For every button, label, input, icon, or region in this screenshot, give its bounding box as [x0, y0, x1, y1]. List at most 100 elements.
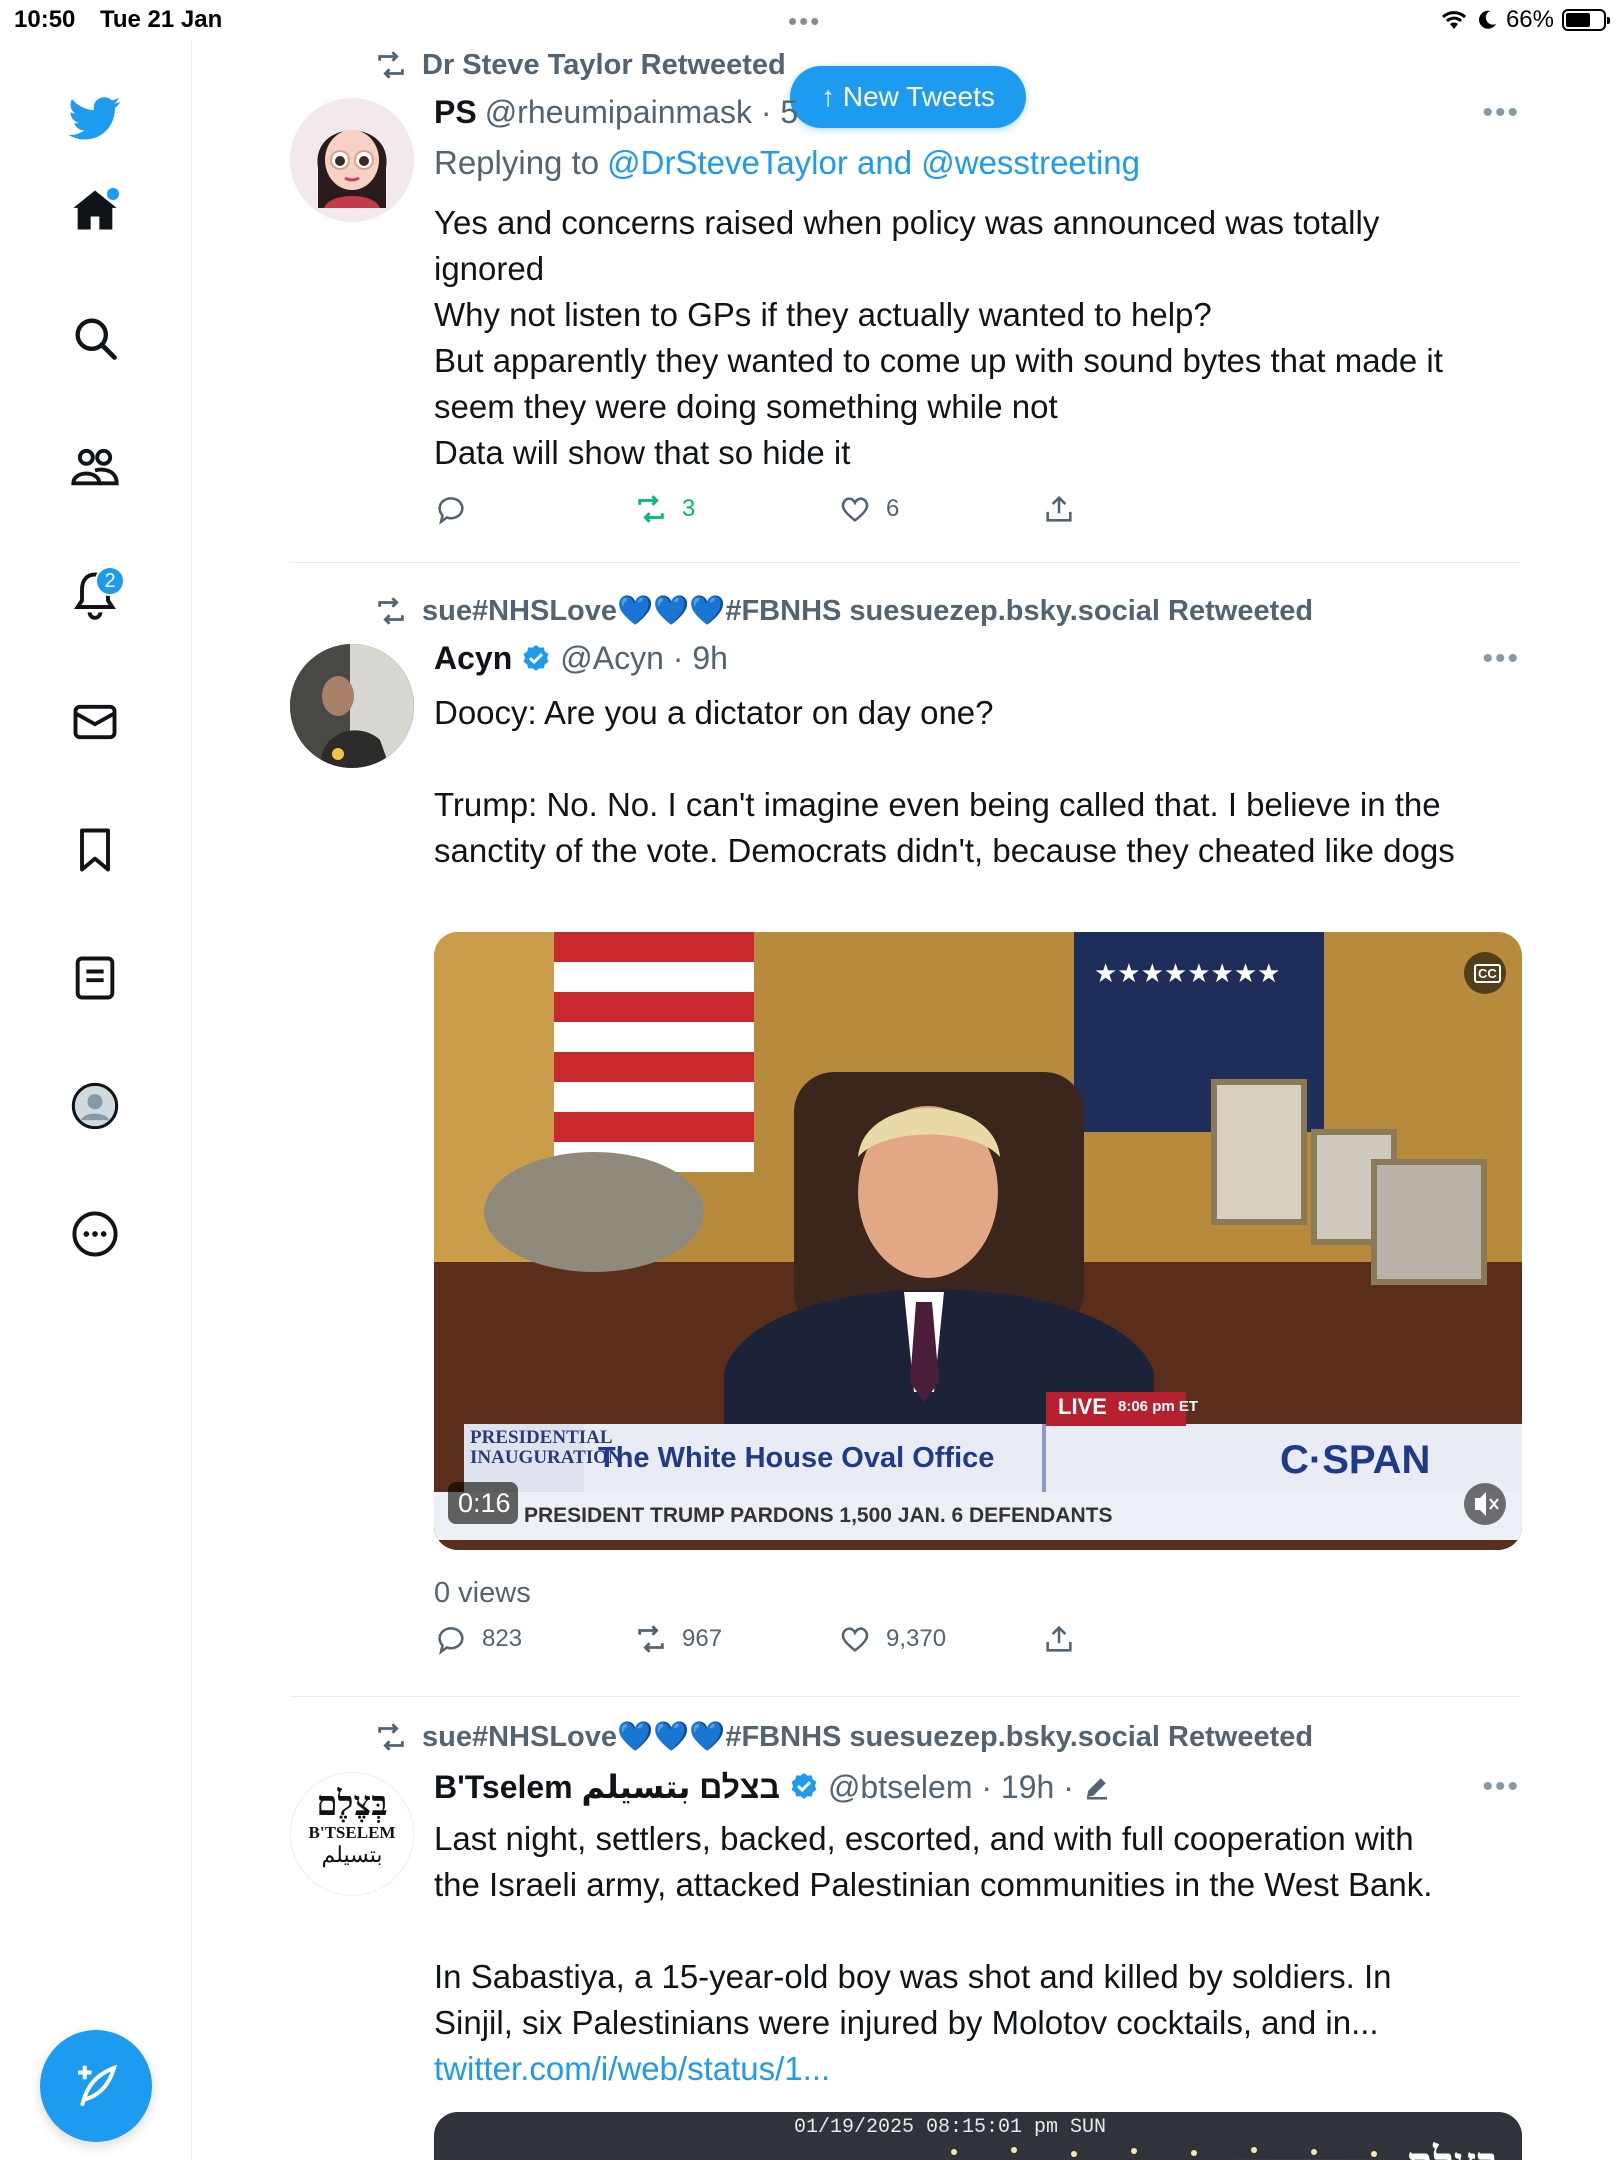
- sidebar-item-logo[interactable]: [65, 88, 125, 148]
- battery-level-fill: [1566, 13, 1590, 27]
- notifications-badge: 2: [95, 566, 125, 596]
- replying-to-prefix: Replying to: [434, 144, 600, 181]
- author-name[interactable]: Acyn: [434, 640, 512, 677]
- tweet-divider: [290, 1696, 1520, 1697]
- more-options-icon[interactable]: •••: [1482, 1770, 1520, 1804]
- replying-to-handles[interactable]: @DrSteveTaylor and @wesstreeting: [607, 144, 1140, 182]
- retweet-context: Dr Steve Taylor Retweeted: [374, 48, 786, 82]
- retweet-icon: [638, 495, 664, 523]
- profile-photo-image: [290, 644, 414, 768]
- share-icon: [1046, 495, 1072, 522]
- sidebar-item-search[interactable]: [65, 308, 125, 368]
- status-date: Tue 21 Jan: [100, 6, 223, 33]
- tweet-actions: 823 967 9,370: [434, 1622, 1076, 1656]
- sidebar-item-more[interactable]: [65, 1204, 125, 1264]
- retweet-icon: [378, 597, 404, 625]
- profile-icon: [71, 1082, 119, 1130]
- multitasking-dots-icon[interactable]: •••: [788, 6, 821, 37]
- tweet-text: Last night, settlers, backed, escorted, …: [434, 1820, 1433, 2041]
- tweet-card[interactable]: sue#NHSLove💙💙💙#FBNHS suesuezep.bsky.soci…: [290, 586, 1522, 1697]
- search-icon: [75, 318, 117, 360]
- share-button[interactable]: [1042, 1622, 1076, 1656]
- share-button[interactable]: [1042, 492, 1076, 526]
- tweet-text: Yes and concerns raised when policy was …: [434, 204, 1443, 471]
- tweet-card[interactable]: sue#NHSLove💙💙💙#FBNHS suesuezep.bsky.soci…: [290, 1720, 1522, 2160]
- tweet-card[interactable]: Dr Steve Taylor Retweeted PS @rheumipain…: [290, 40, 1520, 563]
- retweet-icon: [378, 1723, 404, 1751]
- like-count: 9,370: [886, 1625, 947, 1652]
- battery-icon: [1562, 9, 1610, 31]
- tweet-text: Doocy: Are you a dictator on day one? Tr…: [434, 694, 1455, 869]
- retweet-count: 3: [682, 495, 696, 522]
- avatar[interactable]: [290, 644, 414, 768]
- sidebar-item-notifications[interactable]: 2: [65, 564, 125, 624]
- live-label: LIVE: [1058, 1394, 1107, 1419]
- like-count: 6: [886, 495, 900, 522]
- tweet-actions: 3 6: [434, 492, 1076, 526]
- author-handle[interactable]: @rheumipainmask · 5: [485, 94, 798, 131]
- reply-icon: [438, 497, 464, 525]
- video-duration: 0:16: [458, 1488, 511, 1518]
- sidebar-item-bookmarks[interactable]: [65, 820, 125, 880]
- media-preview[interactable]: 01/19/2025 08:15:01 pm SUN בְּצֶלֶם: [434, 2112, 1522, 2160]
- tweet-header: PS @rheumipainmask · 5: [434, 94, 798, 131]
- avatar-logo-hebrew: בְּצֶלֶם: [316, 1786, 388, 1823]
- video-player[interactable]: ★★★★★★★★ CC LIVE 8:06 pm ET PRESIDENTIAL…: [434, 932, 1522, 1550]
- heart-icon: [841, 497, 869, 522]
- chyron-title: The White House Oval Office: [598, 1442, 995, 1474]
- chyron-left-label: PRESIDENTIAL INAUGURATION: [470, 1427, 622, 1468]
- replying-to: Replying to @DrSteveTaylor and @wesstree…: [434, 144, 1140, 182]
- retweeted-by-label[interactable]: sue#NHSLove💙💙💙#FBNHS suesuezep.bsky.soci…: [422, 594, 1313, 628]
- reply-icon: [438, 1627, 464, 1655]
- sidebar-item-communities[interactable]: [65, 436, 125, 496]
- wifi-icon: [1441, 11, 1466, 29]
- like-button[interactable]: 9,370: [838, 1622, 1042, 1656]
- communities-icon: [71, 448, 119, 486]
- messages-icon: [73, 704, 117, 740]
- reply-button[interactable]: [434, 492, 634, 526]
- retweet-icon: [378, 51, 404, 79]
- sidebar-item-lists[interactable]: [65, 948, 125, 1008]
- avatar[interactable]: בְּצֶלֶם B'TSELEM بتسيلم: [290, 1772, 414, 1896]
- heart-icon: [841, 1627, 869, 1652]
- svg-text:★★★★★★★★: ★★★★★★★★: [1094, 959, 1280, 989]
- compose-tweet-button[interactable]: [40, 2030, 152, 2142]
- sidebar-item-profile[interactable]: [65, 1076, 125, 1136]
- like-button[interactable]: 6: [838, 492, 1042, 526]
- sidebar-item-home[interactable]: [65, 180, 125, 240]
- chyron-network: C·SPAN: [1280, 1438, 1431, 1482]
- retweeted-by-label[interactable]: sue#NHSLove💙💙💙#FBNHS suesuezep.bsky.soci…: [422, 1720, 1313, 1754]
- home-unread-dot: [107, 188, 119, 200]
- author-handle[interactable]: @btselem · 19h ·: [828, 1769, 1074, 1806]
- more-options-icon[interactable]: •••: [1482, 642, 1520, 676]
- avatar[interactable]: [290, 98, 414, 222]
- edited-pencil-icon: [1086, 1778, 1107, 1800]
- verified-badge-icon: [523, 644, 549, 671]
- tweet-header: Acyn @Acyn · 9h: [434, 640, 728, 677]
- retweeted-by-label[interactable]: Dr Steve Taylor Retweeted: [422, 49, 786, 82]
- sidebar-item-messages[interactable]: [65, 692, 125, 752]
- status-time: 10:50: [14, 6, 76, 33]
- do-not-disturb-moon-icon: [1479, 10, 1496, 29]
- author-name[interactable]: PS: [434, 94, 477, 131]
- live-time: 8:06 pm ET: [1118, 1398, 1199, 1415]
- author-name[interactable]: B'Tselem בצלם بتسيلم: [434, 1768, 780, 1806]
- status-indicators: 66%: [1440, 6, 1610, 34]
- author-handle[interactable]: @Acyn · 9h: [560, 640, 728, 677]
- twitter-bird-icon: [69, 97, 121, 140]
- reply-count: 823: [482, 1625, 523, 1652]
- closed-captions-button[interactable]: CC: [1474, 964, 1501, 983]
- more-options-icon[interactable]: •••: [1482, 96, 1520, 130]
- retweet-context: sue#NHSLove💙💙💙#FBNHS suesuezep.bsky.soci…: [374, 1720, 1313, 1754]
- avatar-logo-arabic: بتسيلم: [321, 1842, 383, 1867]
- retweet-button[interactable]: 967: [634, 1622, 838, 1656]
- retweet-context: sue#NHSLove💙💙💙#FBNHS suesuezep.bsky.soci…: [374, 594, 1313, 628]
- share-icon: [1046, 1625, 1072, 1652]
- battery-percent: 66%: [1505, 6, 1554, 33]
- retweet-button[interactable]: 3: [634, 492, 838, 526]
- tweet-link[interactable]: twitter.com/i/web/status/1...: [434, 2046, 1524, 2092]
- lists-icon: [75, 956, 115, 1000]
- reply-button[interactable]: 823: [434, 1622, 634, 1656]
- watermark-logo: בְּצֶלֶם: [1406, 2138, 1498, 2160]
- tweet-divider: [290, 562, 1520, 563]
